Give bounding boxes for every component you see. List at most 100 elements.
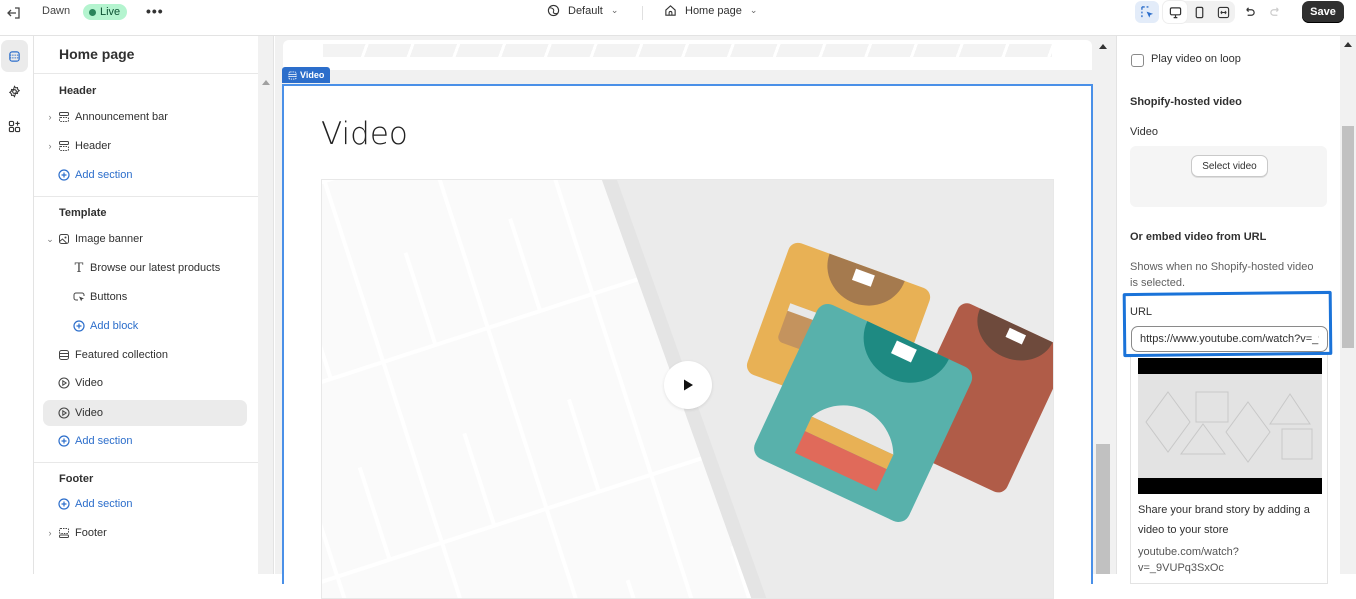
sidebar-item-header[interactable]: › Header bbox=[43, 133, 112, 159]
embed-title: Share your brand story by adding a video… bbox=[1138, 504, 1310, 536]
scroll-up-arrow-icon[interactable] bbox=[1344, 42, 1352, 47]
previous-section-preview[interactable] bbox=[283, 40, 1092, 70]
shopify-hosted-heading: Shopify-hosted video bbox=[1130, 96, 1242, 108]
undo-icon bbox=[1245, 6, 1255, 16]
sidebar-title: Home page bbox=[59, 46, 135, 62]
mobile-view-button[interactable] bbox=[1187, 1, 1211, 23]
video-field-label: Video bbox=[1130, 126, 1158, 138]
play-circle-icon bbox=[57, 376, 71, 390]
fullwidth-view-button[interactable] bbox=[1211, 1, 1235, 23]
group-footer-label: Footer bbox=[59, 473, 94, 485]
page-selector[interactable]: Home page ⌄ bbox=[664, 4, 757, 17]
url-highlight-annotation bbox=[1122, 290, 1333, 358]
divider bbox=[642, 6, 643, 20]
plus-circle-icon bbox=[72, 319, 86, 333]
chevron-right-icon[interactable]: › bbox=[43, 141, 57, 151]
sidebar-item-image-banner[interactable]: ⌄ Image banner bbox=[43, 226, 143, 252]
add-section-button[interactable]: Add section bbox=[57, 491, 132, 517]
select-video-button[interactable]: Select video bbox=[1191, 155, 1268, 177]
live-status-badge: Live bbox=[83, 4, 128, 20]
scroll-up-arrow-icon[interactable] bbox=[262, 80, 270, 85]
chevron-down-icon: ⌄ bbox=[749, 5, 758, 15]
more-actions-button[interactable]: ••• bbox=[146, 3, 164, 19]
undo-button[interactable] bbox=[1237, 1, 1261, 23]
canvas-scrollbar[interactable] bbox=[1095, 36, 1111, 574]
embed-preview-card: Share your brand story by adding a video… bbox=[1130, 354, 1328, 584]
thumbnail-image bbox=[1138, 374, 1322, 478]
home-icon bbox=[665, 5, 676, 16]
theme-name: Dawn bbox=[42, 5, 71, 17]
play-button[interactable] bbox=[664, 361, 712, 409]
group-template-label: Template bbox=[59, 207, 107, 219]
section-icon bbox=[57, 348, 71, 362]
select-cursor-icon bbox=[1140, 5, 1153, 18]
inspector-toggle-button[interactable] bbox=[1135, 1, 1159, 23]
sidebar-item-label: Image banner bbox=[75, 233, 143, 245]
sidebar-item-footer[interactable]: › Footer bbox=[43, 520, 107, 546]
theme-selector[interactable]: Default ⌄ bbox=[547, 4, 618, 17]
chevron-right-icon[interactable]: › bbox=[43, 528, 57, 538]
mobile-icon bbox=[1195, 6, 1203, 18]
chevron-down-icon: ⌄ bbox=[610, 5, 619, 15]
add-block-button[interactable]: Add block bbox=[72, 313, 138, 339]
live-dot-icon bbox=[89, 8, 96, 16]
sidebar-item-label: Announcement bar bbox=[75, 111, 168, 123]
sidebar-item-label: Video bbox=[75, 377, 103, 389]
sidebar-item-video-selected[interactable]: Video bbox=[43, 400, 247, 426]
sidebar-item-label: Browse our latest products bbox=[90, 262, 221, 274]
chevron-right-icon[interactable]: › bbox=[43, 112, 57, 122]
sidebar-block-text[interactable]: T Browse our latest products bbox=[72, 255, 221, 281]
add-section-label: Add section bbox=[75, 435, 133, 447]
footer-section-icon bbox=[57, 526, 71, 540]
redo-button[interactable] bbox=[1263, 1, 1287, 23]
sidebar-item-video[interactable]: Video bbox=[57, 370, 103, 396]
desktop-view-button[interactable] bbox=[1163, 1, 1187, 23]
redo-icon bbox=[1269, 6, 1279, 16]
scroll-up-arrow-icon[interactable] bbox=[1099, 44, 1107, 49]
top-bar: Dawn Live ••• Default ⌄ Home page ⌄ Save bbox=[0, 0, 1356, 36]
section-icon bbox=[57, 110, 71, 124]
add-section-button[interactable]: Add section bbox=[57, 428, 132, 454]
exit-icon[interactable] bbox=[6, 5, 22, 21]
sidebar-item-featured-collection[interactable]: Featured collection bbox=[57, 342, 168, 368]
add-block-label: Add block bbox=[90, 320, 139, 332]
scrollbar-thumb[interactable] bbox=[1342, 126, 1354, 348]
sidebar-item-label: Footer bbox=[75, 527, 107, 539]
previous-section-image bbox=[323, 44, 1052, 57]
add-section-label: Add section bbox=[75, 169, 133, 181]
save-button[interactable]: Save bbox=[1302, 1, 1344, 23]
play-circle-icon bbox=[57, 406, 71, 420]
rail-sections-button[interactable] bbox=[1, 40, 28, 72]
video-heading: Video bbox=[321, 116, 408, 152]
preview-canvas: Video Video bbox=[275, 36, 1116, 599]
settings-scrollbar[interactable] bbox=[1340, 36, 1356, 574]
sections-icon bbox=[9, 50, 20, 62]
sidebar-block-buttons[interactable]: Buttons bbox=[72, 284, 127, 310]
preview-tools bbox=[1135, 1, 1287, 23]
rail-theme-settings-button[interactable] bbox=[1, 75, 28, 107]
scrollbar-thumb[interactable] bbox=[1096, 444, 1110, 574]
sidebar-item-label: Video bbox=[75, 407, 103, 419]
sidebar-item-announcement-bar[interactable]: › Announcement bar bbox=[43, 104, 168, 130]
rail-apps-button[interactable] bbox=[1, 110, 28, 142]
embed-thumbnail bbox=[1138, 358, 1322, 494]
play-icon bbox=[684, 379, 693, 391]
desktop-icon bbox=[1169, 6, 1181, 18]
divider bbox=[34, 196, 258, 197]
section-tag-label: Video bbox=[300, 70, 325, 80]
section-tag[interactable]: Video bbox=[282, 67, 331, 83]
video-placeholder[interactable] bbox=[321, 179, 1054, 599]
sidebar-scrollbar[interactable] bbox=[258, 36, 274, 574]
plus-circle-icon bbox=[57, 497, 71, 511]
embed-url-text: youtube.com/watch?v=_9VUPq3SxOc bbox=[1138, 546, 1239, 574]
video-section-preview[interactable]: Video bbox=[282, 84, 1093, 599]
text-icon: T bbox=[74, 260, 84, 276]
loop-label: Play video on loop bbox=[1151, 53, 1241, 65]
button-cursor-icon bbox=[72, 290, 86, 304]
chevron-down-icon[interactable]: ⌄ bbox=[43, 234, 57, 245]
page-selector-label: Home page bbox=[685, 4, 742, 17]
add-section-button[interactable]: Add section bbox=[57, 162, 132, 188]
loop-checkbox[interactable] bbox=[1131, 54, 1144, 67]
embed-help-text: Shows when no Shopify-hosted video is se… bbox=[1130, 261, 1314, 289]
apps-icon bbox=[8, 120, 21, 132]
